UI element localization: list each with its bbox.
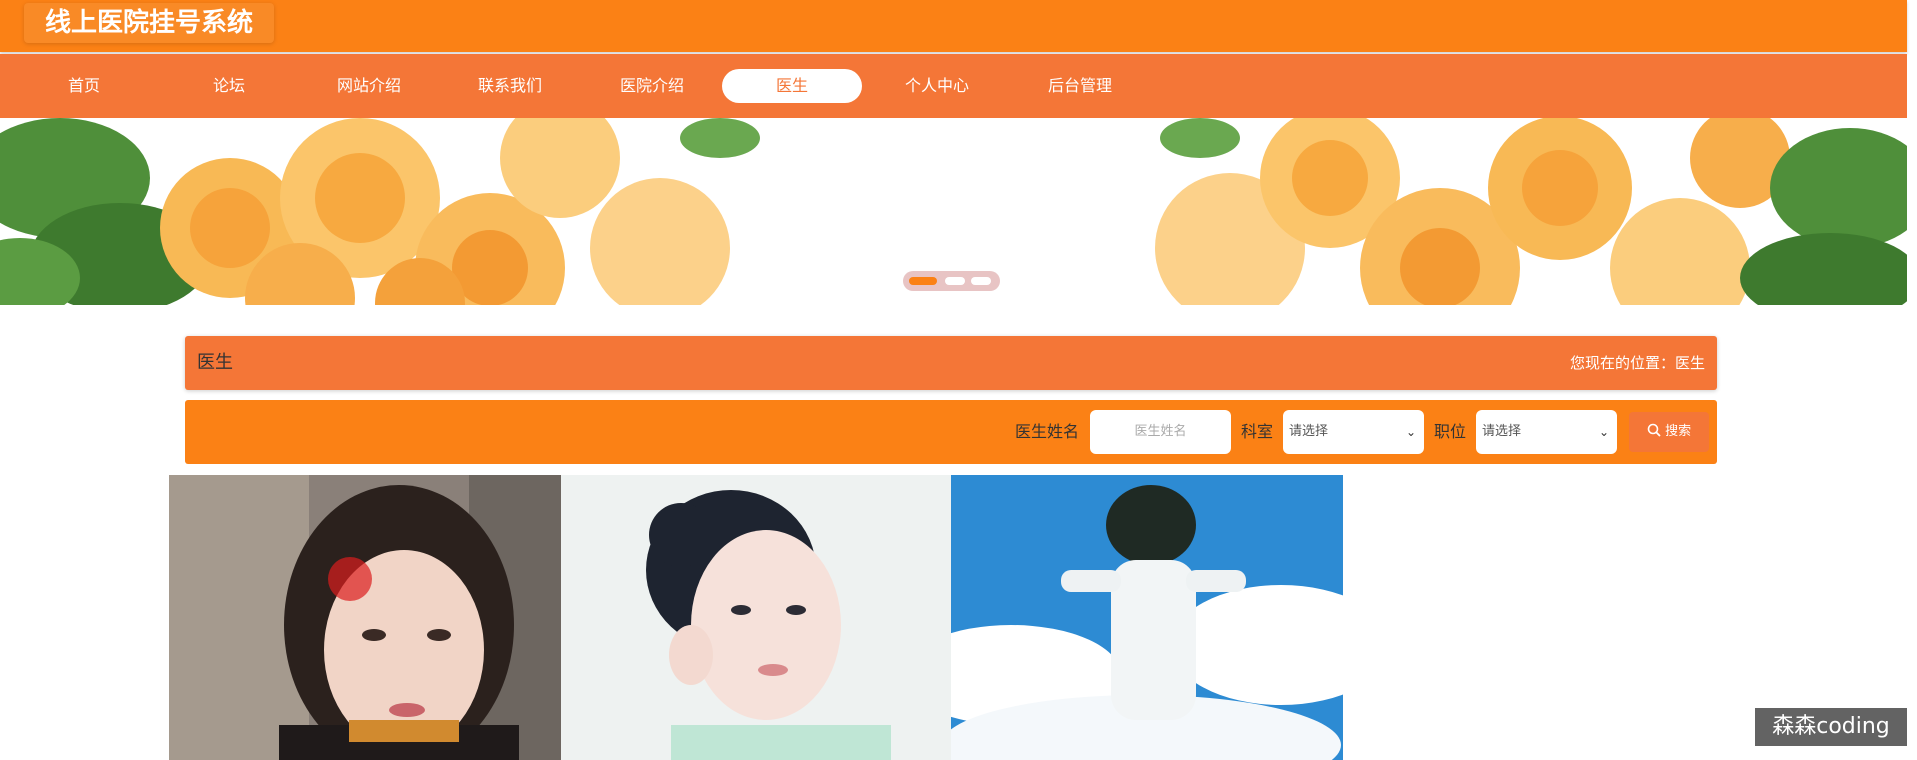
search-button[interactable]: 搜索	[1629, 412, 1709, 452]
nav-site-intro[interactable]: 网站介绍	[299, 69, 439, 103]
position-select[interactable]: 请选择 ⌄	[1476, 410, 1617, 454]
watermark: 森森coding	[1755, 708, 1907, 746]
chevron-down-icon: ⌄	[1405, 425, 1416, 439]
doctor-photo	[561, 475, 953, 760]
carousel-dot-2[interactable]	[945, 277, 965, 285]
position-select-value: 请选择	[1482, 424, 1522, 439]
nav-home[interactable]: 首页	[14, 69, 154, 103]
carousel-dot-1[interactable]	[909, 277, 937, 285]
main-nav: 首页 论坛 网站介绍 联系我们 医院介绍 医生 个人中心 后台管理	[0, 54, 1907, 118]
doctor-name-input[interactable]: 医生姓名	[1090, 410, 1231, 454]
nav-admin[interactable]: 后台管理	[1010, 69, 1150, 103]
rose-image-left	[0, 118, 770, 305]
department-label: 科室	[1241, 422, 1274, 441]
search-icon	[1647, 423, 1661, 437]
nav-personal-center[interactable]: 个人中心	[867, 69, 1007, 103]
carousel-dot-3[interactable]	[971, 277, 991, 285]
search-bar: 医生姓名 医生姓名 科室 请选择 ⌄ 职位 请选择 ⌄ 搜索	[185, 400, 1717, 464]
doctor-card[interactable]	[169, 475, 561, 760]
banner-carousel[interactable]	[0, 118, 1907, 305]
doctor-card[interactable]	[951, 475, 1343, 760]
nav-hospital-intro[interactable]: 医院介绍	[582, 69, 722, 103]
breadcrumb: 您现在的位置：医生	[1569, 354, 1705, 372]
doctor-name-label: 医生姓名	[1015, 422, 1080, 441]
chevron-down-icon: ⌄	[1598, 425, 1609, 439]
nav-doctor[interactable]: 医生	[722, 69, 862, 103]
cursor-highlight	[328, 557, 372, 601]
page-title: 医生	[197, 352, 233, 373]
section-header: 医生 您现在的位置：医生	[185, 336, 1717, 390]
search-button-label: 搜索	[1665, 424, 1692, 439]
department-select-value: 请选择	[1289, 424, 1329, 439]
rose-image-right	[1140, 118, 1907, 305]
doctor-photo	[169, 475, 561, 760]
position-label: 职位	[1434, 422, 1467, 441]
site-title[interactable]: 线上医院挂号系统	[24, 3, 274, 43]
doctor-card[interactable]	[561, 475, 953, 760]
department-select[interactable]: 请选择 ⌄	[1283, 410, 1424, 454]
carousel-indicators	[903, 271, 1000, 291]
nav-contact[interactable]: 联系我们	[440, 69, 580, 103]
top-header: 线上医院挂号系统	[0, 0, 1907, 52]
nav-forum[interactable]: 论坛	[159, 69, 299, 103]
doctor-photo	[951, 475, 1343, 760]
